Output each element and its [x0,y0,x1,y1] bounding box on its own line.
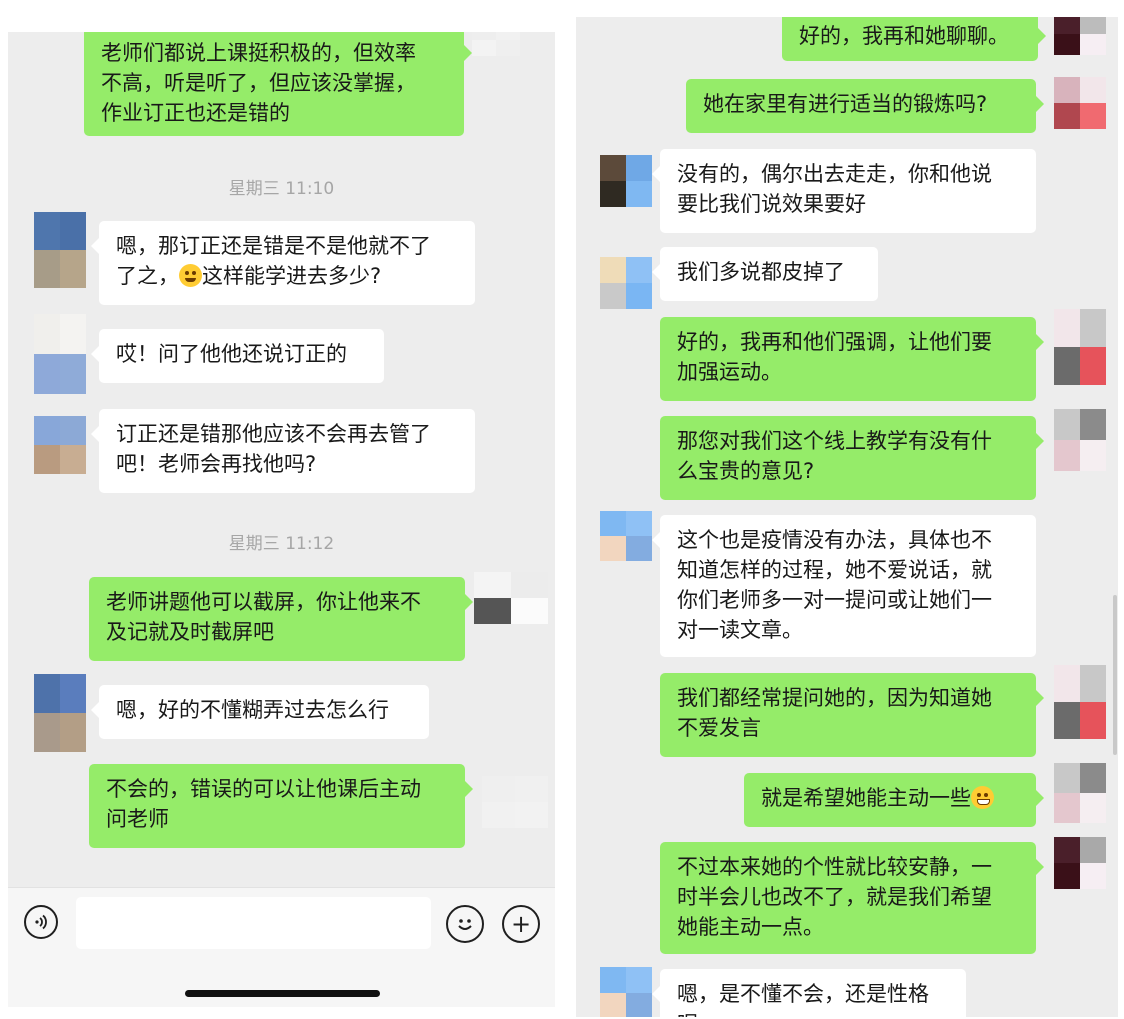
message-line: 嗯，那订正还是错是不是他就不了 [116,234,431,258]
message-bubble-incoming[interactable]: 没有的，偶尔出去走走，你和他说 要比我们说效果要好 [652,149,1036,233]
scrollbar[interactable] [1113,595,1117,755]
right-chat-panel: 好的，我再和她聊聊。 她在家里有进行适当的锻炼吗? 没有的，偶尔出去走走，你和他… [576,17,1118,1017]
message-bubble-outgoing[interactable]: 老师讲题他可以截屏，你让他来不 及记就及时截屏吧 [89,577,473,661]
timestamp: 星期三 11:12 [228,534,335,554]
avatar[interactable] [1054,17,1106,55]
message-bubble-incoming[interactable]: 我们多说都皮掉了 [652,247,878,301]
message-line: 好的，我再和她聊聊。 [799,24,1009,48]
message-line: 作业订正也还是错的 [101,101,290,125]
message-line: 嗯，是不懂不会，还是性格呢 [677,982,929,1017]
message-line: 老师们都说上课挺积极的，但效率 [101,41,416,65]
message-line: 对一读文章。 [677,618,803,642]
avatar[interactable] [600,257,652,309]
avatar[interactable] [1054,665,1106,739]
message-line: 知道怎样的过程，她不爱说话，就 [677,558,992,582]
plus-icon[interactable]: + [502,905,540,943]
emoji-icon[interactable] [446,905,484,943]
message-line: 你们老师多一对一提问或让她们一 [677,588,992,612]
message-bubble-outgoing[interactable]: 就是希望她能主动一些 [744,773,1044,827]
message-line: 不过本来她的个性就比较安静，一 [677,855,992,879]
avatar[interactable] [600,967,652,1017]
message-bubble-outgoing[interactable]: 不过本来她的个性就比较安静，一 时半会儿也改不了，就是我们希望 她能主动一点。 [660,842,1044,954]
message-line: 她能主动一点。 [677,915,824,939]
message-bubble-incoming[interactable]: 哎！问了他他还说订正的 [91,329,384,383]
message-bubble-incoming[interactable]: 订正还是错那他应该不会再去管了 吧！老师会再找他吗? [91,409,475,493]
avatar[interactable] [474,572,548,624]
message-line: 我们多说都皮掉了 [677,260,845,284]
message-line: 就是希望她能主动一些 [761,783,1019,813]
message-line: 没有的，偶尔出去走走，你和他说 [677,162,992,186]
voice-icon[interactable] [24,905,58,939]
message-bubble-incoming[interactable]: 嗯，是不懂不会，还是性格呢 [652,969,966,1017]
chat-input-bar: + [8,887,555,1007]
avatar[interactable] [600,155,652,207]
message-bubble-outgoing[interactable]: 好的，我再和她聊聊。 [782,17,1046,61]
avatar[interactable] [34,212,86,288]
message-line: 订正还是错那他应该不会再去管了 [116,422,431,446]
message-line: 不爱发言 [677,716,761,740]
grinning-face-emoji-icon [971,786,994,809]
message-line-part: 这样能学进去多少? [202,264,382,288]
left-chat-panel: 老师们都说上课挺积极的，但效率 不高，听是听了，但应该没掌握， 作业订正也还是错… [8,32,555,1007]
message-line-part: 就是希望她能主动一些 [761,786,971,810]
message-line-part: 了之， [116,264,179,288]
message-bubble-incoming[interactable]: 嗯，那订正还是错是不是他就不了 了之， 这样能学进去多少? [91,221,475,305]
message-line: 我们都经常提问她的，因为知道她 [677,686,992,710]
message-line: 问老师 [106,807,169,831]
message-line: 吧！老师会再找他吗? [116,452,317,476]
avatar[interactable] [1054,837,1106,889]
message-bubble-outgoing[interactable]: 那您对我们这个线上教学有没有什 么宝贵的意见? [660,416,1044,500]
avatar[interactable] [34,674,86,752]
message-line: 她在家里有进行适当的锻炼吗? [703,92,988,116]
message-line: 那您对我们这个线上教学有没有什 [677,429,992,453]
avatar[interactable] [34,314,86,394]
message-bubble-outgoing[interactable]: 她在家里有进行适当的锻炼吗? [686,79,1044,133]
message-bubble-outgoing[interactable]: 我们都经常提问她的，因为知道她 不爱发言 [660,673,1044,757]
message-bubble-outgoing[interactable]: 不会的，错误的可以让他课后主动 问老师 [89,764,473,848]
message-line: 了之， 这样能学进去多少? [116,261,458,291]
message-line: 不高，听是听了，但应该没掌握， [101,71,416,95]
avatar[interactable] [472,32,520,56]
message-line: 要比我们说效果要好 [677,192,866,216]
dizzy-face-emoji-icon [179,264,202,287]
message-bubble-outgoing[interactable]: 老师们都说上课挺积极的，但效率 不高，听是听了，但应该没掌握， 作业订正也还是错… [84,32,472,136]
message-bubble-incoming[interactable]: 嗯，好的不懂糊弄过去怎么行 [91,685,429,739]
avatar[interactable] [1054,77,1106,129]
message-line: 哎！问了他他还说订正的 [116,342,347,366]
message-line: 及记就及时截屏吧 [106,620,274,644]
message-bubble-outgoing[interactable]: 好的，我再和他们强调，让他们要 加强运动。 [660,317,1044,401]
avatar[interactable] [1054,409,1106,471]
message-bubble-incoming[interactable]: 这个也是疫情没有办法，具体也不 知道怎样的过程，她不爱说话，就 你们老师多一对一… [652,515,1036,657]
message-line: 老师讲题他可以截屏，你让他来不 [106,590,421,614]
avatar[interactable] [1054,309,1106,385]
home-indicator [185,990,380,997]
message-line: 嗯，好的不懂糊弄过去怎么行 [116,698,389,722]
avatar[interactable] [1054,763,1106,823]
timestamp: 星期三 11:10 [228,179,335,199]
message-line: 时半会儿也改不了，就是我们希望 [677,885,992,909]
avatar[interactable] [482,776,548,828]
avatar[interactable] [600,511,652,561]
avatar[interactable] [34,416,86,474]
message-line: 这个也是疫情没有办法，具体也不 [677,528,992,552]
message-line: 么宝贵的意见? [677,459,815,483]
message-line: 加强运动。 [677,360,782,384]
message-input[interactable] [76,897,431,949]
message-line: 不会的，错误的可以让他课后主动 [106,777,421,801]
message-line: 好的，我再和他们强调，让他们要 [677,330,992,354]
